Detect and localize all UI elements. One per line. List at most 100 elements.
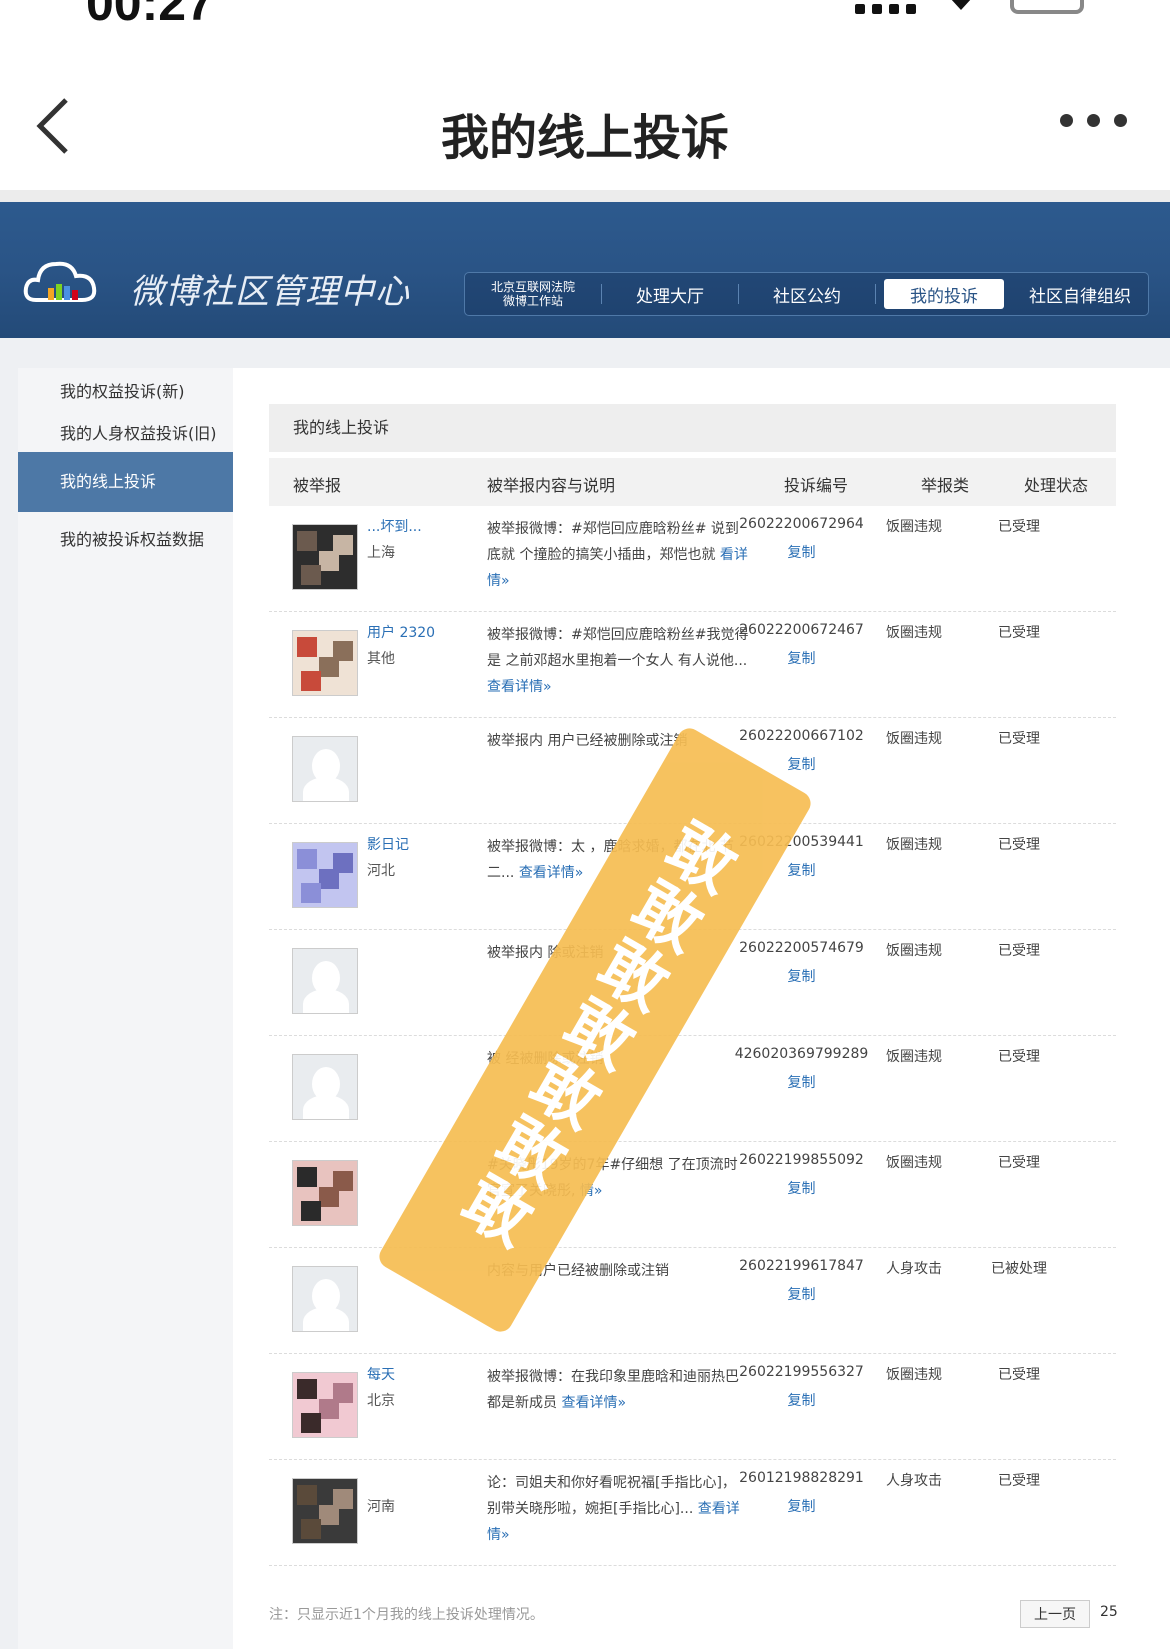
- complaint-number: 26022200667102: [739, 728, 864, 744]
- avatar-pixel: [297, 531, 317, 551]
- table-header: 被举报 被举报内容与说明 投诉编号 举报类 处理状态: [269, 458, 1116, 506]
- report-category: 饭圈违规: [886, 625, 942, 641]
- user-name[interactable]: 用户 2320: [367, 622, 467, 642]
- prev-page-button[interactable]: 上一页: [1020, 1600, 1090, 1628]
- footer-note: 注：只显示近1个月我的线上投诉处理情况。: [269, 1607, 544, 1623]
- user-name[interactable]: 每天: [367, 1364, 467, 1384]
- avatar-pixel: [333, 535, 353, 555]
- copy-link[interactable]: 复制: [734, 1072, 869, 1092]
- wifi-icon: [951, 0, 971, 10]
- view-details-link[interactable]: 查看详情»: [519, 865, 584, 881]
- process-status: 已受理: [998, 1367, 1040, 1383]
- report-category: 饭圈违规: [886, 943, 942, 959]
- copy-link[interactable]: 复制: [734, 1390, 869, 1410]
- nav-self-org[interactable]: 社区自律组织: [1012, 273, 1148, 315]
- copy-link[interactable]: 复制: [734, 1178, 869, 1198]
- avatar-pixel: [301, 1413, 321, 1433]
- process-status: 已受理: [998, 943, 1040, 959]
- avatar-pixel: [333, 1383, 353, 1403]
- view-details-link[interactable]: 查看详情»: [487, 679, 552, 695]
- avatar-pixel: [333, 641, 353, 661]
- sidebar-item-personal-rights-old[interactable]: 我的人身权益投诉(旧): [18, 420, 233, 444]
- report-category: 人身攻击: [886, 1473, 942, 1489]
- user-name[interactable]: 影日记: [367, 834, 467, 854]
- avatar-pixel: [297, 1167, 317, 1187]
- content-text: 被举报微博：#郑恺回应鹿晗粉丝#我觉得是 之前邓超水里抱着一个女人 有人说他..…: [487, 627, 749, 669]
- col-category: 举报类: [921, 476, 970, 495]
- copy-link[interactable]: 复制: [734, 542, 869, 562]
- report-category: 饭圈违规: [886, 837, 942, 853]
- process-status: 已受理: [998, 625, 1040, 641]
- avatar[interactable]: [292, 1478, 358, 1544]
- avatar-pixel: [301, 883, 321, 903]
- avatar-pixel: [333, 853, 353, 873]
- complaint-number: 426020369799289: [734, 1046, 869, 1062]
- nav-my-complaints[interactable]: 我的投诉: [884, 279, 1004, 309]
- avatar[interactable]: [292, 1372, 358, 1438]
- report-category: 人身攻击: [886, 1261, 942, 1277]
- sidebar-item-complained-data[interactable]: 我的被投诉权益数据: [18, 526, 233, 550]
- user-name[interactable]: ...坏到...: [367, 516, 467, 536]
- avatar[interactable]: [292, 736, 358, 802]
- complaint-number: 26022200574679: [739, 940, 864, 956]
- table-row: 每天 北京 被举报微博：在我印象里鹿晗和迪丽热巴都是新成员 查看详情» 2602219…: [269, 1354, 1116, 1460]
- process-status: 已受理: [998, 1155, 1040, 1171]
- view-details-link[interactable]: 查看详情»: [561, 1395, 626, 1411]
- page-number: 25: [1100, 1604, 1118, 1620]
- top-nav: 北京互联网法院 微博工作站 处理大厅 社区公约 我的投诉 社区自律组织: [464, 272, 1149, 316]
- copy-link[interactable]: 复制: [734, 648, 869, 668]
- table-row: 用户 2320 其他 被举报微博：#郑恺回应鹿晗粉丝#我觉得是 之前邓超水里抱着一个…: [269, 612, 1116, 718]
- table-row: 河南 论：司姐夫和你好看呢祝福[手指比心]，别带关晓彤啦，婉拒[手指比心]... …: [269, 1460, 1116, 1566]
- copy-link[interactable]: 复制: [734, 1284, 869, 1304]
- nav-hall[interactable]: 处理大厅: [602, 273, 738, 315]
- complaint-number: 26022200672467: [739, 622, 864, 638]
- avatar-pixel: [333, 1171, 353, 1191]
- app-header: 我的线上投诉: [0, 60, 1170, 190]
- nav-court[interactable]: 北京互联网法院 微博工作站: [465, 273, 601, 315]
- nav-separator: [875, 284, 876, 304]
- copy-link[interactable]: 复制: [734, 1496, 869, 1516]
- status-bar: 00:27: [0, 0, 1170, 40]
- site-title: 微博社区管理中心: [130, 272, 410, 312]
- complaint-content: 被举报微博：#郑恺回应鹿晗粉丝# 说到底就 个撞脸的搞笑小插曲，郑恺也就 看详情…: [487, 516, 749, 594]
- site-banner: 微博社区管理中心 北京互联网法院 微博工作站 处理大厅 社区公约 我的投诉 社区…: [0, 202, 1170, 338]
- avatar[interactable]: [292, 842, 358, 908]
- default-avatar-body: [303, 1095, 349, 1119]
- more-icon[interactable]: [1060, 114, 1127, 127]
- complaint-number: 26022199556327: [739, 1364, 864, 1380]
- process-status: 已受理: [998, 1049, 1040, 1065]
- user-location: 北京: [367, 1393, 395, 1409]
- complaint-content: 被举报微博：#郑恺回应鹿晗粉丝#我觉得是 之前邓超水里抱着一个女人 有人说他..…: [487, 622, 749, 700]
- divider: [0, 190, 1170, 202]
- report-category: 饭圈违规: [886, 1049, 942, 1065]
- avatar[interactable]: [292, 1054, 358, 1120]
- avatar-pixel: [297, 1379, 317, 1399]
- sidebar-item-rights-new[interactable]: 我的权益投诉(新): [18, 378, 233, 402]
- avatar-pixel: [301, 671, 321, 691]
- battery-icon: [1010, 0, 1084, 14]
- avatar[interactable]: [292, 1160, 358, 1226]
- avatar[interactable]: [292, 524, 358, 590]
- section-title: 我的线上投诉: [269, 404, 1116, 452]
- table-row: 被 经被删除或注销 426020369799289复制饭圈违规已受理: [269, 1036, 1116, 1142]
- user-location: 其他: [367, 651, 395, 667]
- avatar-pixel: [301, 565, 321, 585]
- cloud-logo-icon: [23, 261, 97, 302]
- report-category: 饭圈违规: [886, 1367, 942, 1383]
- avatar[interactable]: [292, 948, 358, 1014]
- avatar[interactable]: [292, 1266, 358, 1332]
- sidebar-item-online-complaints[interactable]: 我的线上投诉: [18, 452, 233, 512]
- nav-convention[interactable]: 社区公约: [739, 273, 875, 315]
- process-status: 已受理: [998, 731, 1040, 747]
- report-category: 饭圈违规: [886, 519, 942, 535]
- content-text: 被举报内 用户已经被删除或注销: [487, 733, 688, 749]
- complaint-number: 26022199855092: [739, 1152, 864, 1168]
- avatar[interactable]: [292, 630, 358, 696]
- nav-court-line1: 北京互联网法院: [490, 280, 575, 294]
- process-status: 已受理: [998, 1473, 1040, 1489]
- report-category: 饭圈违规: [886, 1155, 942, 1171]
- copy-link[interactable]: 复制: [734, 966, 869, 986]
- process-status: 已被处理: [991, 1261, 1047, 1277]
- avatar-pixel: [297, 1485, 317, 1505]
- col-number: 投诉编号: [784, 476, 849, 495]
